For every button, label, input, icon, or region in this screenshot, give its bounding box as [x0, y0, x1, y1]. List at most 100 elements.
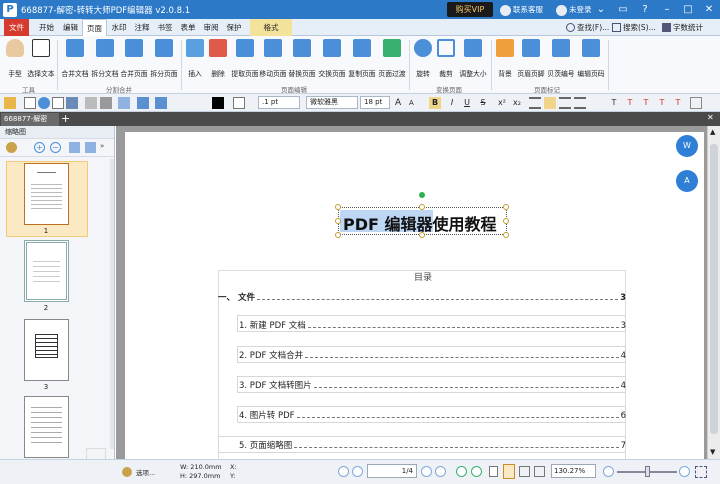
extract-page-button[interactable]: 提取页面	[231, 39, 259, 81]
settings-gear-icon[interactable]	[6, 142, 17, 153]
zoom-in-icon[interactable]: +	[34, 142, 45, 153]
support-link[interactable]: 联系客服	[500, 3, 543, 16]
bold-icon[interactable]: B	[429, 97, 441, 109]
resize-handle[interactable]	[503, 218, 509, 224]
search-button[interactable]: 搜索(S)...	[612, 21, 656, 34]
text-outline-icon[interactable]: T	[656, 97, 668, 109]
options-gear-icon[interactable]	[122, 467, 132, 477]
translate-icon[interactable]: A	[676, 170, 698, 192]
merge-page-button[interactable]: 合并页面	[119, 39, 149, 81]
zoom-out-icon[interactable]: −	[50, 142, 61, 153]
page-thumbnail-3[interactable]	[24, 319, 69, 381]
maximize-icon[interactable]: □	[677, 0, 699, 19]
page-thumbnail-1[interactable]	[24, 163, 69, 225]
zoom-level-combo[interactable]: 130.27%	[551, 464, 596, 478]
font-size-combo[interactable]: 18 pt	[360, 96, 390, 109]
toc-entry[interactable]: 一、 文件 3	[218, 291, 626, 303]
open-folder-icon[interactable]	[4, 97, 16, 109]
print-icon[interactable]	[100, 97, 112, 109]
resize-handle[interactable]	[503, 232, 509, 238]
background-button[interactable]: 背景	[494, 39, 516, 81]
underline-icon[interactable]: U	[461, 97, 473, 109]
rotate-handle[interactable]	[419, 192, 425, 198]
close-icon[interactable]: ✕	[698, 0, 720, 19]
undo-icon[interactable]	[137, 97, 149, 109]
header-footer-button[interactable]: 页眉页脚	[516, 39, 546, 81]
two-page-icon[interactable]	[519, 466, 530, 477]
text-highlight-icon[interactable]: T	[640, 97, 652, 109]
document-tab[interactable]: 668877-解密	[1, 113, 59, 126]
bates-number-button[interactable]: 贝茨编号	[546, 39, 576, 81]
toc-entry[interactable]: 5. 页面缩略图 7	[239, 439, 626, 451]
more-icon[interactable]: »	[100, 142, 104, 150]
align-center-icon[interactable]	[544, 97, 556, 109]
first-page-icon[interactable]	[338, 466, 349, 477]
tab-form[interactable]: 表单	[176, 19, 200, 36]
login-button[interactable]: 未登录	[556, 3, 592, 16]
last-page-icon[interactable]	[435, 466, 446, 477]
back-icon[interactable]	[456, 466, 467, 477]
buy-vip-button[interactable]: 购买VIP	[447, 2, 493, 17]
skin-icon[interactable]: ▭	[612, 0, 634, 19]
tab-annotate[interactable]: 注释	[130, 19, 154, 36]
swap-page-button[interactable]: 交换页面	[317, 39, 347, 81]
justify-icon[interactable]	[574, 97, 586, 109]
page-transition-button[interactable]: 页面过渡	[377, 39, 407, 81]
tab-start[interactable]: 开始	[34, 19, 59, 36]
resize-handle[interactable]	[503, 204, 509, 210]
font-grow-icon[interactable]: A	[395, 97, 407, 109]
zoom-out-status-icon[interactable]	[603, 466, 614, 477]
insert-page-button[interactable]: 插入	[184, 39, 206, 81]
tab-bookmark[interactable]: 书签	[153, 19, 177, 36]
rotate-button[interactable]: 旋转	[412, 39, 434, 81]
pdf-to-word-icon[interactable]: W	[676, 135, 698, 157]
two-page-continuous-icon[interactable]	[534, 466, 545, 477]
toc-entry[interactable]: 3. PDF 文档转图片 4	[239, 379, 626, 391]
tab-protect[interactable]: 保护	[222, 19, 246, 36]
resize-handle[interactable]	[419, 232, 425, 238]
globe-icon[interactable]	[38, 97, 50, 109]
copy-page-button[interactable]: 复制页面	[347, 39, 377, 81]
replace-page-button[interactable]: 替换页面	[287, 39, 317, 81]
tab-review[interactable]: 审阅	[199, 19, 223, 36]
options-button[interactable]: 选项...	[136, 467, 155, 477]
scroll-down-icon[interactable]: ▼	[710, 448, 715, 456]
toc-entry[interactable]: 1. 新建 PDF 文档 3	[239, 319, 626, 331]
split-doc-button[interactable]: 拆分文档	[90, 39, 120, 81]
scroll-up-icon[interactable]: ▲	[710, 128, 715, 136]
text-color-icon[interactable]: T	[624, 97, 636, 109]
tab-file[interactable]: 文件	[4, 19, 29, 36]
tab-edit[interactable]: 编辑	[58, 19, 83, 36]
help-icon[interactable]: ?	[634, 0, 656, 19]
align-left-icon[interactable]	[529, 97, 541, 109]
tab-watermark[interactable]: 水印	[107, 19, 131, 36]
page-icon[interactable]	[690, 97, 702, 109]
save-icon[interactable]	[66, 97, 78, 109]
minimize-icon[interactable]: –	[656, 0, 678, 19]
zoom-in-status-icon[interactable]	[679, 466, 690, 477]
export-thumb-icon[interactable]	[85, 142, 96, 153]
crop-button[interactable]: 裁剪	[435, 39, 457, 81]
thumbnail-scrollbar[interactable]	[110, 159, 114, 449]
subscript-icon[interactable]: x₂	[511, 97, 523, 109]
find-button[interactable]: 查找(F)...	[566, 21, 609, 34]
font-family-combo[interactable]: 微软雅黑	[306, 96, 358, 109]
open-icon[interactable]	[52, 97, 64, 109]
line-width-combo[interactable]: .1 pt	[258, 96, 300, 109]
resize-handle[interactable]	[335, 218, 341, 224]
fill-color-icon[interactable]	[233, 97, 245, 109]
superscript-icon[interactable]: x²	[496, 97, 508, 109]
email-icon[interactable]	[85, 97, 97, 109]
font-shrink-icon[interactable]: A	[409, 97, 421, 109]
toc-entry[interactable]: 2. PDF 文档合并 4	[239, 349, 626, 361]
page-thumbnail-2[interactable]	[24, 240, 69, 302]
dropdown-icon[interactable]: ⌄	[590, 0, 612, 19]
toc-entry[interactable]: 4. 图片转 PDF 6	[239, 409, 626, 421]
hand-tool-button[interactable]: 手型	[4, 39, 26, 81]
resize-handle[interactable]	[335, 232, 341, 238]
single-page-icon[interactable]	[489, 466, 498, 477]
tab-format[interactable]: 格式	[250, 19, 292, 36]
edit-page-number-button[interactable]: 编辑页码	[576, 39, 606, 81]
continuous-page-icon[interactable]	[503, 464, 515, 479]
scan-icon[interactable]	[118, 97, 130, 109]
